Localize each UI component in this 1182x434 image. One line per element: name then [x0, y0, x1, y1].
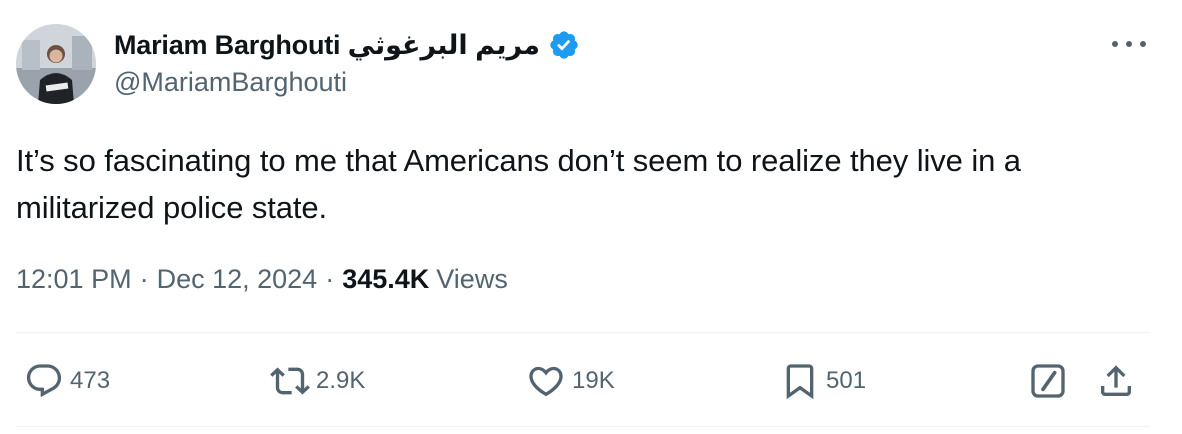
- verified-badge-icon[interactable]: [548, 29, 580, 61]
- meta-separator: ·: [325, 263, 335, 294]
- share-button[interactable]: [1096, 358, 1136, 404]
- bookmark-count: 501: [826, 367, 867, 394]
- grok-icon: [1031, 364, 1065, 398]
- more-options-icon[interactable]: [1112, 34, 1146, 54]
- like-button[interactable]: 19K: [526, 358, 615, 404]
- reply-button[interactable]: 473: [24, 358, 110, 404]
- tweet-meta: 12:01 PM · Dec 12, 2024 · 345.4K Views: [16, 261, 508, 297]
- bookmark-button[interactable]: 501: [780, 358, 866, 404]
- more-dot: [1126, 41, 1132, 47]
- share-icon: [1101, 365, 1131, 396]
- author-handle[interactable]: @MariamBarghouti: [114, 67, 347, 98]
- retweet-count: 2.9K: [316, 367, 366, 394]
- more-dot: [1140, 41, 1146, 47]
- tweet-time[interactable]: 12:01 PM: [16, 264, 132, 295]
- divider: [16, 332, 1150, 333]
- avatar-photo: [16, 24, 96, 104]
- reply-count: 473: [70, 367, 111, 394]
- bookmark-icon: [786, 364, 814, 400]
- tweet-date[interactable]: Dec 12, 2024: [157, 264, 318, 295]
- views-label[interactable]: Views: [436, 264, 508, 295]
- views-count[interactable]: 345.4K: [342, 264, 429, 295]
- retweet-icon: [270, 367, 310, 395]
- tweet-card: Mariam Barghouti مريم البرغوثي @MariamBa…: [0, 0, 1182, 434]
- retweet-button[interactable]: 2.9K: [270, 358, 365, 404]
- author-name-row[interactable]: Mariam Barghouti مريم البرغوثي: [114, 27, 580, 63]
- divider: [16, 426, 1150, 427]
- meta-separator: ·: [139, 263, 149, 294]
- author-display-name[interactable]: Mariam Barghouti مريم البرغوثي: [114, 30, 540, 61]
- avatar[interactable]: [16, 24, 96, 104]
- action-bar: 473 2.9K 19K 501: [0, 358, 1182, 404]
- tweet-text: It’s so fascinating to me that Americans…: [16, 143, 1021, 225]
- more-dot: [1112, 41, 1118, 47]
- like-count: 19K: [572, 367, 615, 394]
- heart-icon: [529, 366, 563, 397]
- grok-button[interactable]: [1028, 358, 1068, 404]
- reply-icon: [26, 364, 62, 398]
